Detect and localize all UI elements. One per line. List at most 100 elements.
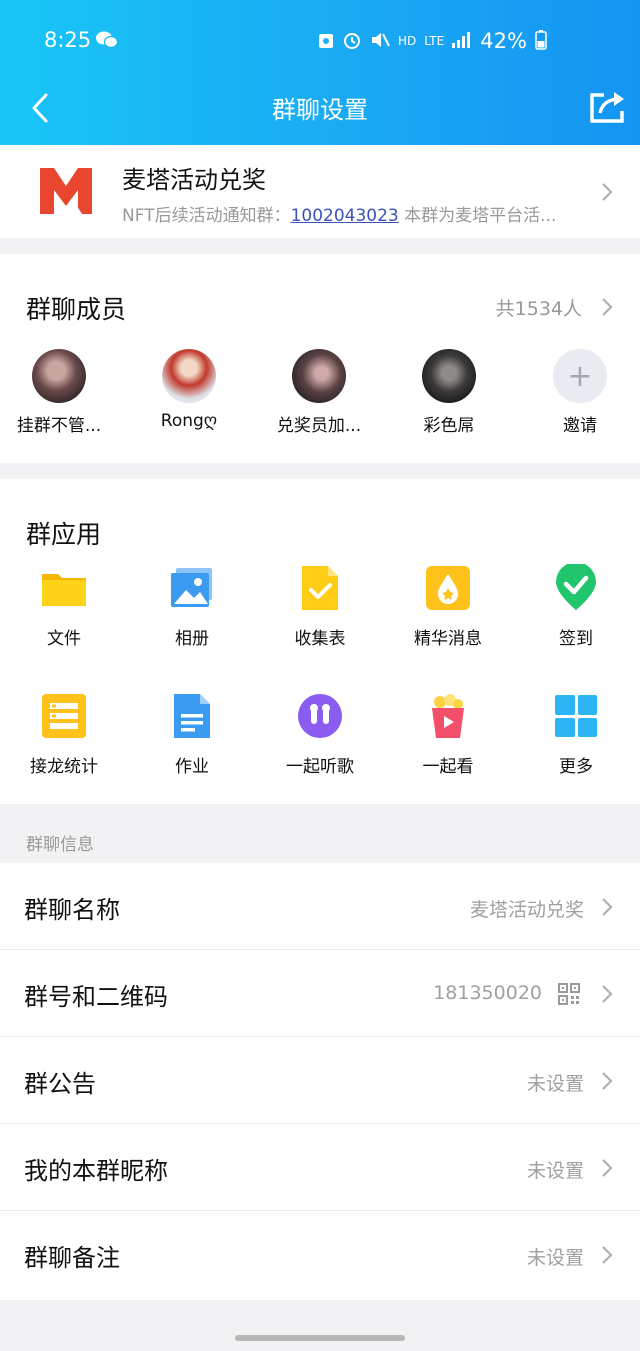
avatar xyxy=(32,349,86,403)
group-description: NFT后续活动通知群：1002043023 本群为麦塔平台活... xyxy=(122,201,572,226)
homework-icon xyxy=(174,694,210,738)
invite-member-button[interactable]: + 邀请 xyxy=(530,349,630,436)
app-label: 一起听歌 xyxy=(286,757,354,777)
members-title: 群聊成员 xyxy=(26,295,127,324)
members-count[interactable]: 共1534人 xyxy=(496,294,582,321)
group-profile-card[interactable]: 麦塔活动兑奖 NFT后续活动通知群：1002043023 本群为麦塔平台活... xyxy=(0,145,640,238)
share-icon xyxy=(590,92,624,123)
app-label: 接龙统计 xyxy=(30,757,98,777)
member-item[interactable]: 兑奖员加... xyxy=(269,349,369,436)
row-group-remark[interactable]: 群聊备注 未设置 xyxy=(0,1211,640,1298)
app-label: 一起看 xyxy=(422,757,474,777)
group-apps-section: 群应用 文件 相册 收集表 精华消息 签到 接龙统计 作业 一起听歌 一起看 更… xyxy=(0,479,640,804)
row-group-number-qr[interactable]: 群号和二维码 181350020 xyxy=(0,950,640,1037)
member-name: 彩色屌 xyxy=(423,416,475,436)
row-value: 181350020 xyxy=(433,982,542,1004)
avatar xyxy=(422,349,476,403)
row-label: 我的本群昵称 xyxy=(24,1157,168,1185)
hd-label: HD xyxy=(398,34,417,48)
row-value: 麦塔活动兑奖 xyxy=(469,899,584,921)
wechat-notification-icon xyxy=(96,30,119,54)
app-essence[interactable]: 精华消息 xyxy=(393,564,503,649)
row-label: 群聊备注 xyxy=(24,1244,120,1272)
row-value: 未设置 xyxy=(526,1160,584,1182)
apps-title: 群应用 xyxy=(26,520,102,549)
header: 8:25 HD LTE 42% 群聊设置 xyxy=(0,0,640,145)
earphones-icon xyxy=(298,694,342,738)
signal-icon xyxy=(452,31,471,51)
member-item[interactable]: Rongღ xyxy=(139,349,239,431)
form-icon xyxy=(302,566,338,610)
recycle-icon xyxy=(318,31,334,52)
home-indicator[interactable] xyxy=(235,1335,405,1341)
app-label: 相册 xyxy=(175,629,209,649)
app-album[interactable]: 相册 xyxy=(137,564,247,649)
app-watch-together[interactable]: 一起看 xyxy=(393,692,503,777)
avatar xyxy=(292,349,346,403)
navbar: 群聊设置 xyxy=(0,80,640,136)
app-listen-together[interactable]: 一起听歌 xyxy=(265,692,375,777)
chevron-right-icon xyxy=(602,898,613,916)
status-bar: 8:25 HD LTE 42% xyxy=(0,0,640,80)
plus-icon: + xyxy=(553,349,607,403)
members-section: 群聊成员 共1534人 挂群不管... Rongღ 兑奖员加... 彩色屌 + … xyxy=(0,254,640,463)
member-name: 挂群不管... xyxy=(16,416,102,436)
group-desc-suffix: 本群为麦塔平台活... xyxy=(398,206,557,226)
chevron-right-icon xyxy=(602,1246,613,1264)
checkin-icon xyxy=(556,562,596,610)
invite-label: 邀请 xyxy=(563,416,597,436)
lte-label: LTE xyxy=(424,34,445,48)
row-my-nickname[interactable]: 我的本群昵称 未设置 xyxy=(0,1124,640,1211)
battery-icon xyxy=(535,29,547,53)
group-desc-link[interactable]: 1002043023 xyxy=(291,206,399,226)
grid-icon xyxy=(555,695,597,737)
row-announcement[interactable]: 群公告 未设置 xyxy=(0,1037,640,1124)
qr-code-icon xyxy=(558,983,580,1005)
app-label: 收集表 xyxy=(294,629,346,649)
chevron-right-icon xyxy=(602,1159,613,1177)
popcorn-icon xyxy=(432,694,464,738)
row-label: 群号和二维码 xyxy=(24,983,168,1011)
app-form[interactable]: 收集表 xyxy=(265,564,375,649)
chevron-right-icon xyxy=(602,1072,613,1090)
chevron-right-icon xyxy=(602,985,613,1003)
row-value: 未设置 xyxy=(526,1073,584,1095)
status-time: 8:25 xyxy=(44,28,92,52)
member-item[interactable]: 挂群不管... xyxy=(9,349,109,436)
app-label: 更多 xyxy=(559,757,593,777)
group-logo-icon xyxy=(38,164,94,216)
app-label: 文件 xyxy=(47,629,81,649)
photo-album-icon xyxy=(171,568,212,607)
group-desc-prefix: NFT后续活动通知群： xyxy=(122,206,291,226)
member-name: 兑奖员加... xyxy=(276,416,362,436)
mute-icon xyxy=(370,31,390,52)
member-item[interactable]: 彩色屌 xyxy=(399,349,499,436)
share-button[interactable] xyxy=(586,84,630,128)
page-title: 群聊设置 xyxy=(272,96,368,124)
row-label: 群公告 xyxy=(24,1070,96,1098)
battery-percent: 42% xyxy=(480,29,527,53)
member-name: Rongღ xyxy=(160,411,218,431)
app-chain-stats[interactable]: 接龙统计 xyxy=(9,692,119,777)
chain-stats-icon xyxy=(42,694,86,738)
chevron-right-icon xyxy=(602,183,613,201)
row-value: 未设置 xyxy=(526,1247,584,1269)
status-icons: HD LTE 42% xyxy=(318,29,547,53)
app-more[interactable]: 更多 xyxy=(521,692,631,777)
app-label: 作业 xyxy=(175,757,209,777)
row-group-name[interactable]: 群聊名称 麦塔活动兑奖 xyxy=(0,863,640,950)
folder-icon xyxy=(42,574,86,606)
app-checkin[interactable]: 签到 xyxy=(521,562,631,649)
app-files[interactable]: 文件 xyxy=(9,564,119,649)
alarm-icon xyxy=(342,30,362,53)
row-label: 群聊名称 xyxy=(24,896,120,924)
app-homework[interactable]: 作业 xyxy=(137,692,247,777)
app-label: 精华消息 xyxy=(414,629,482,649)
essence-icon xyxy=(426,566,470,610)
avatar xyxy=(162,349,216,403)
group-name: 麦塔活动兑奖 xyxy=(122,166,266,194)
app-label: 签到 xyxy=(559,629,593,649)
chevron-right-icon[interactable] xyxy=(600,296,614,318)
info-section-header: 群聊信息 xyxy=(26,835,94,855)
info-list: 群聊名称 麦塔活动兑奖 群号和二维码 181350020 群公告 未设置 我的本… xyxy=(0,863,640,1300)
